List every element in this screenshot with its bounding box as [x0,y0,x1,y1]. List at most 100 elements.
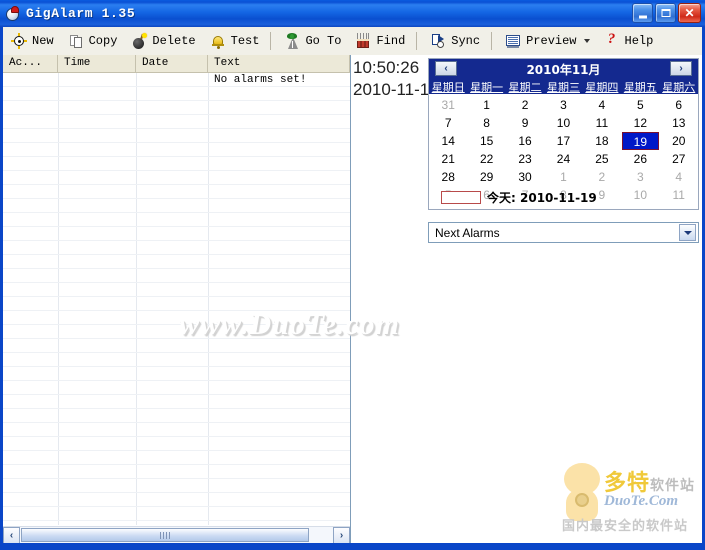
table-row[interactable] [3,507,350,521]
calendar-day[interactable]: 23 [506,150,544,168]
calendar-day[interactable]: 8 [467,114,505,132]
column-header-text[interactable]: Text [208,55,350,72]
column-header-time[interactable]: Time [58,55,136,72]
calendar-day[interactable]: 31 [429,96,467,114]
calendar-day[interactable]: 2 [506,96,544,114]
toolbar-button-help[interactable]: ? Help [598,30,660,52]
table-row[interactable] [3,451,350,465]
table-row[interactable] [3,423,350,437]
calendar-day[interactable]: 24 [544,150,582,168]
table-row[interactable] [3,115,350,129]
calendar-day[interactable]: 20 [660,132,698,150]
table-row[interactable] [3,101,350,115]
calendar-day[interactable]: 7 [429,114,467,132]
toolbar-button-delete[interactable]: Delete [125,30,201,52]
table-row[interactable] [3,297,350,311]
current-time: 10:50:26 [353,58,420,77]
table-row[interactable] [3,409,350,423]
horizontal-scrollbar[interactable]: ‹ › [3,526,350,543]
calendar-day[interactable]: 3 [544,96,582,114]
calendar-day[interactable]: 5 [621,96,659,114]
table-row[interactable] [3,87,350,101]
calendar-day-selected[interactable]: 19 [622,132,659,150]
table-row[interactable] [3,171,350,185]
close-button[interactable]: ✕ [678,3,701,23]
table-row[interactable] [3,381,350,395]
toolbar-button-find[interactable]: Find [349,30,411,52]
calendar-day[interactable]: 13 [660,114,698,132]
calendar-day[interactable]: 2 [583,168,621,186]
alarm-filter-combobox[interactable]: Next Alarms [428,222,699,243]
calendar-day[interactable]: 3 [621,168,659,186]
table-row[interactable] [3,521,350,525]
calendar-day[interactable]: 6 [660,96,698,114]
toolbar-button-goto[interactable]: Go To [278,30,347,52]
table-row[interactable] [3,437,350,451]
calendar-day-grid[interactable]: 31 1 2 3 4 5 6 7 8 9 10 11 12 13 14 15 16 17 18 19 20 21 22 23 2… [429,94,698,204]
scroll-right-button[interactable]: › [333,526,350,543]
table-row[interactable] [3,255,350,269]
combobox-dropdown-button[interactable] [679,224,696,241]
table-row[interactable] [3,241,350,255]
calendar-day[interactable]: 21 [429,150,467,168]
calendar-day[interactable]: 14 [429,132,467,150]
alarm-list-body[interactable]: No alarms set! [3,73,350,525]
toolbar-button-preview[interactable]: Preview [499,30,595,52]
calendar-day[interactable]: 16 [506,132,544,150]
table-row[interactable] [3,353,350,367]
calendar-day[interactable]: 12 [621,114,659,132]
table-row[interactable] [3,395,350,409]
table-row[interactable] [3,339,350,353]
toolbar-button-sync[interactable]: Sync [424,30,486,52]
calendar-day[interactable]: 29 [467,168,505,186]
scrollbar-thumb[interactable] [21,527,309,542]
calendar-day[interactable]: 22 [467,150,505,168]
calendar-day[interactable]: 9 [506,114,544,132]
calendar-day[interactable]: 30 [506,168,544,186]
table-row[interactable] [3,311,350,325]
calendar-day[interactable]: 4 [583,96,621,114]
table-row[interactable] [3,143,350,157]
maximize-button[interactable] [655,3,676,23]
column-divider [58,423,59,436]
table-row[interactable] [3,465,350,479]
column-header-date[interactable]: Date [136,55,208,72]
calendar-day[interactable]: 26 [621,150,659,168]
calendar-day[interactable]: 28 [429,168,467,186]
chevron-down-icon[interactable] [583,39,590,43]
toolbar-button-copy[interactable]: Copy [62,30,124,52]
table-row[interactable] [3,493,350,507]
calendar-day[interactable]: 4 [660,168,698,186]
table-row[interactable] [3,269,350,283]
toolbar-button-new[interactable]: New [5,30,60,52]
calendar-day[interactable]: 18 [583,132,621,150]
calendar-day[interactable]: 1 [467,96,505,114]
scrollbar-track[interactable] [20,526,333,543]
calendar-day[interactable]: 15 [467,132,505,150]
calendar-day[interactable]: 27 [660,150,698,168]
calendar-day[interactable]: 1 [544,168,582,186]
minimize-button[interactable] [632,3,653,23]
table-row[interactable] [3,325,350,339]
table-row[interactable] [3,185,350,199]
table-row[interactable] [3,227,350,241]
table-row[interactable] [3,367,350,381]
table-row[interactable] [3,129,350,143]
table-row[interactable] [3,199,350,213]
column-divider [136,325,137,338]
table-row[interactable] [3,157,350,171]
calendar-day[interactable]: 25 [583,150,621,168]
scroll-left-button[interactable]: ‹ [3,526,20,543]
table-row[interactable]: No alarms set! [3,73,350,87]
column-header-active[interactable]: Ac... [3,55,58,72]
calendar-day[interactable]: 17 [544,132,582,150]
calendar-day[interactable]: 10 [544,114,582,132]
calendar-title[interactable]: 2010年11月 [526,61,600,78]
table-row[interactable] [3,283,350,297]
toolbar-button-test[interactable]: Test [204,30,266,52]
table-row[interactable] [3,213,350,227]
calendar-day[interactable]: 11 [583,114,621,132]
calendar-next-month-button[interactable]: › [670,61,692,76]
table-row[interactable] [3,479,350,493]
calendar-prev-month-button[interactable]: ‹ [435,61,457,76]
